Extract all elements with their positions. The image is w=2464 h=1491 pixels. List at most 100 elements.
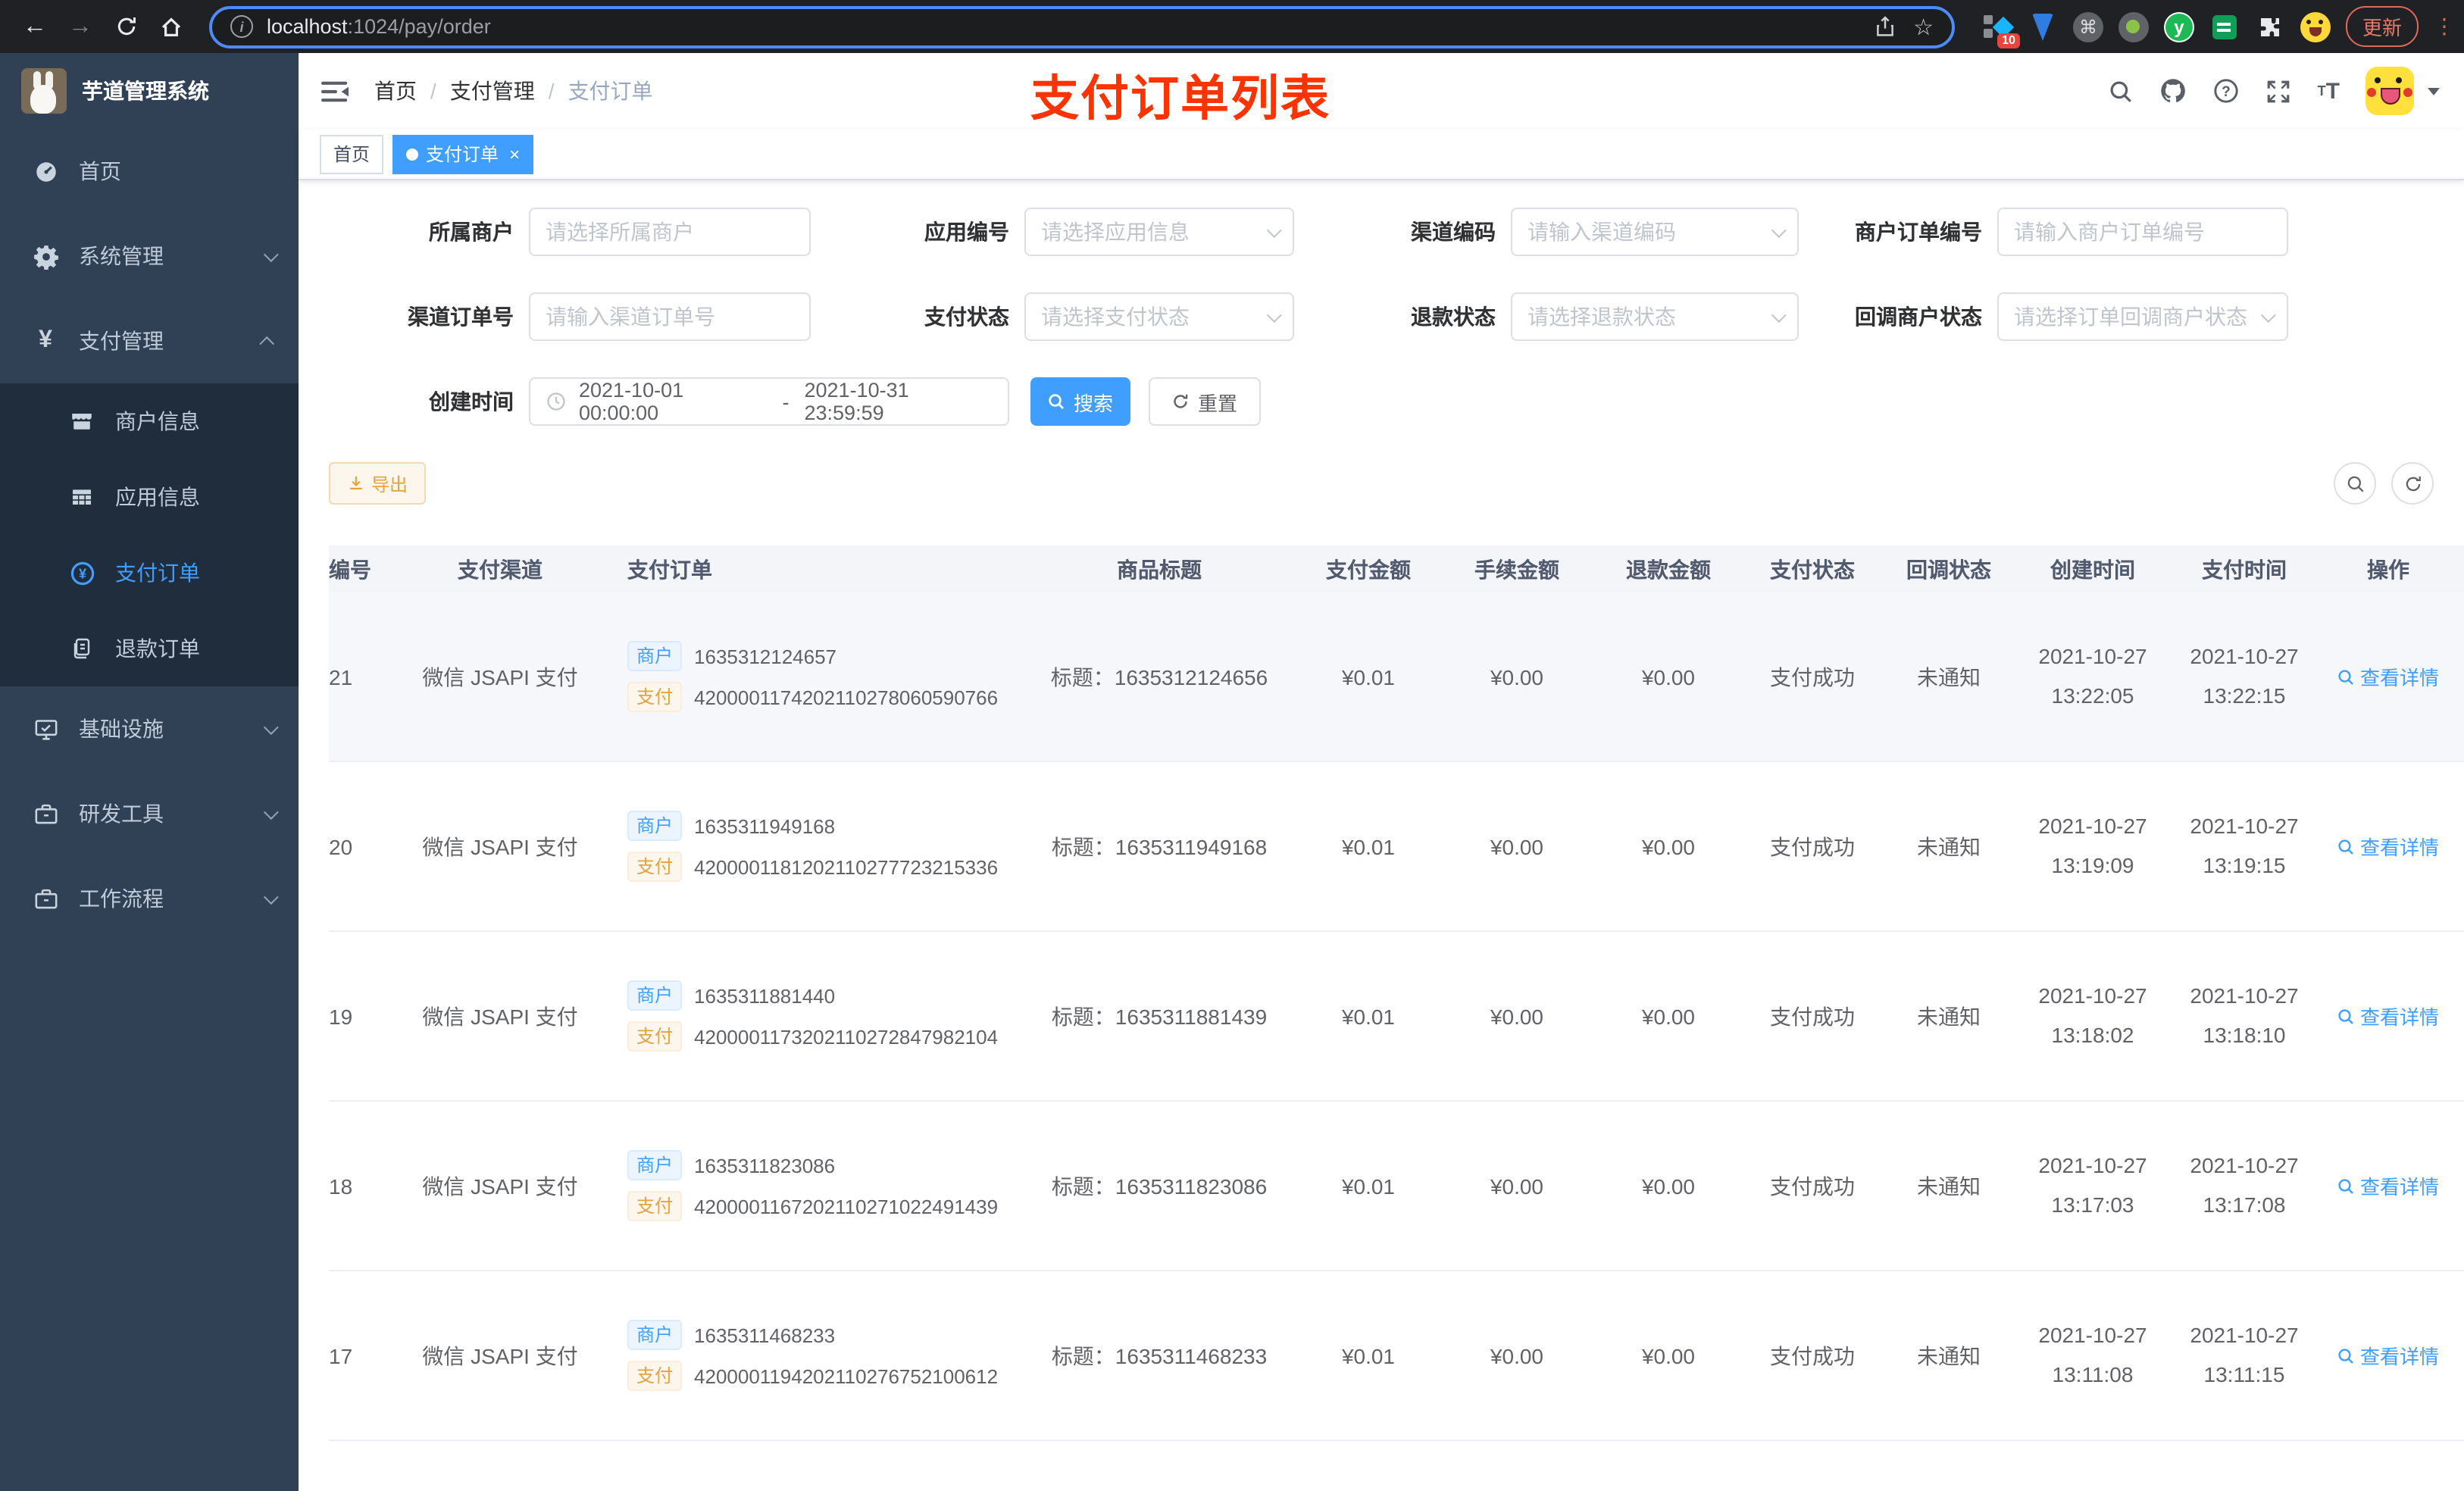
home-icon bbox=[161, 17, 181, 36]
merchant-label: 所属商户 bbox=[429, 220, 514, 244]
search-icon bbox=[2339, 669, 2354, 684]
pay-tag: 支付 bbox=[627, 682, 683, 712]
refund-status-label: 退款状态 bbox=[1411, 305, 1496, 329]
hamburger-icon bbox=[321, 80, 349, 102]
breadcrumb-home[interactable]: 首页 bbox=[374, 76, 417, 106]
sidebar-item-workflow[interactable]: 工作流程 bbox=[0, 856, 299, 941]
notify-status-label: 回调商户状态 bbox=[1855, 305, 1982, 329]
tags-bar: 首页 支付订单 × bbox=[299, 129, 2464, 180]
merchant-input[interactable] bbox=[529, 208, 811, 256]
site-info-icon[interactable]: i bbox=[230, 15, 253, 38]
browser-update-button[interactable]: 更新 bbox=[2345, 6, 2419, 47]
search-icon bbox=[2339, 839, 2354, 854]
address-bar[interactable]: i localhost:1024/pay/order ☆ bbox=[209, 5, 1955, 48]
date-range-input[interactable]: 2021-10-01 00:00:00 - 2021-10-31 23:59:5… bbox=[529, 377, 1009, 426]
gear-icon bbox=[30, 243, 61, 269]
view-detail-link[interactable]: 查看详情 bbox=[2337, 662, 2439, 691]
extensions-area: 10 ⌘ y 更新 ⋮ bbox=[1973, 6, 2455, 48]
main-panel: 所属商户 应用编号 渠道编码 商户订单编号 渠道订单号 支付状态 退款状态 bbox=[299, 180, 2464, 1491]
chevron-up-icon bbox=[259, 335, 275, 351]
view-detail-link[interactable]: 查看详情 bbox=[2337, 832, 2439, 861]
filter-row-2: 渠道订单号 支付状态 退款状态 回调商户状态 bbox=[329, 292, 2464, 341]
pay-status-select[interactable] bbox=[1024, 292, 1294, 341]
sidebar-item-payment[interactable]: ¥ 支付管理 bbox=[0, 299, 299, 383]
browser-back-button[interactable]: ← bbox=[15, 7, 55, 46]
sidebar-item-system[interactable]: 系统管理 bbox=[0, 214, 299, 299]
table-row: 17 微信 JSAPI 支付 商户 1635311468233 支付 4200001… bbox=[329, 1271, 2464, 1441]
extension-command-icon[interactable]: ⌘ bbox=[2072, 11, 2103, 42]
tag-close-icon[interactable]: × bbox=[509, 145, 520, 163]
chevron-down-icon bbox=[1771, 222, 1787, 238]
extension-kite-icon[interactable] bbox=[2028, 11, 2058, 42]
font-size-icon[interactable]: TT bbox=[2318, 78, 2340, 104]
sidebar-item-home[interactable]: 首页 bbox=[0, 129, 299, 214]
search-icon bbox=[2339, 1008, 2354, 1024]
bookmark-star-icon[interactable]: ☆ bbox=[1913, 13, 1934, 40]
extensions-puzzle-icon[interactable] bbox=[2255, 11, 2285, 42]
refresh-table-button[interactable] bbox=[2391, 462, 2434, 505]
chevron-down-icon bbox=[263, 804, 279, 820]
app-logo[interactable]: 芋道管理系统 bbox=[0, 53, 299, 129]
tag-pay-order[interactable]: 支付订单 × bbox=[392, 134, 534, 173]
refund-status-select[interactable] bbox=[1511, 292, 1799, 341]
search-icon bbox=[2339, 1178, 2354, 1193]
extension-y-icon[interactable]: y bbox=[2163, 11, 2194, 42]
toggle-search-button[interactable] bbox=[2334, 462, 2376, 505]
export-button[interactable]: 导出 bbox=[329, 462, 427, 505]
briefcase-icon bbox=[30, 886, 61, 911]
extension-tasks-icon[interactable]: 10 bbox=[1982, 11, 2020, 48]
svg-text:?: ? bbox=[2222, 84, 2231, 100]
search-button[interactable]: 搜索 bbox=[1030, 377, 1130, 426]
header-search-icon[interactable] bbox=[2109, 78, 2134, 104]
extension-recorder-icon[interactable] bbox=[2118, 11, 2149, 42]
payment-submenu: 商户信息 应用信息 ¥ 支付订单 退款订单 bbox=[0, 383, 299, 686]
sidebar-item-merchant-info[interactable]: 商户信息 bbox=[0, 383, 299, 459]
sidebar-item-pay-order[interactable]: ¥ 支付订单 bbox=[0, 535, 299, 611]
view-detail-link[interactable]: 查看详情 bbox=[2337, 1341, 2439, 1370]
merchant-tag: 商户 bbox=[627, 641, 683, 671]
breadcrumb: 首页 / 支付管理 / 支付订单 bbox=[374, 76, 653, 106]
channel-code-label: 渠道编码 bbox=[1411, 220, 1496, 244]
browser-home-button[interactable] bbox=[152, 7, 191, 46]
url-text: localhost:1024/pay/order bbox=[267, 15, 491, 38]
svg-text:¥: ¥ bbox=[78, 565, 86, 580]
pay-tag: 支付 bbox=[627, 852, 683, 882]
browser-forward-button[interactable]: → bbox=[61, 7, 100, 46]
notify-status-select[interactable] bbox=[1997, 292, 2288, 341]
avatar-caret-icon[interactable] bbox=[2428, 87, 2440, 95]
sidebar-item-app-info[interactable]: 应用信息 bbox=[0, 459, 299, 535]
pay-status-label: 支付状态 bbox=[924, 305, 1009, 329]
help-icon[interactable]: ? bbox=[2213, 77, 2240, 105]
sidebar: 芋道管理系统 首页 系统管理 ¥ 支付管理 商户信息 应用信息 ¥ 支付订单 退… bbox=[0, 53, 299, 1491]
extension-chat-icon[interactable] bbox=[2209, 11, 2240, 42]
merchant-order-no-input[interactable] bbox=[1997, 208, 2288, 256]
tag-home[interactable]: 首页 bbox=[320, 134, 384, 173]
fullscreen-icon[interactable] bbox=[2266, 78, 2292, 104]
sidebar-item-refund-order[interactable]: 退款订单 bbox=[0, 611, 299, 686]
sidebar-item-infra[interactable]: 基础设施 bbox=[0, 686, 299, 771]
share-icon[interactable] bbox=[1874, 15, 1895, 38]
channel-code-select[interactable] bbox=[1511, 208, 1799, 256]
orders-table: 编号 支付渠道 支付订单 商品标题 支付金额 手续金额 退款金额 支付状态 回调… bbox=[329, 545, 2464, 1491]
navbar-actions: ? TT bbox=[2109, 53, 2440, 129]
app-id-select[interactable] bbox=[1024, 208, 1294, 256]
user-avatar[interactable] bbox=[2366, 67, 2414, 115]
table-row: 19 微信 JSAPI 支付 商户 1635311881440 支付 4200001… bbox=[329, 932, 2464, 1102]
pay-tag: 支付 bbox=[627, 1021, 683, 1052]
sidebar-item-devtools[interactable]: 研发工具 bbox=[0, 771, 299, 856]
table-row: 18 微信 JSAPI 支付 商户 1635311823086 支付 4200001… bbox=[329, 1102, 2464, 1271]
browser-reload-button[interactable] bbox=[106, 7, 145, 46]
browser-menu-icon[interactable]: ⋮ bbox=[2434, 14, 2455, 39]
date-end: 2021-10-31 23:59:59 bbox=[804, 379, 909, 424]
channel-order-no-input[interactable] bbox=[529, 292, 811, 341]
profile-avatar-icon[interactable] bbox=[2300, 11, 2331, 42]
reset-button[interactable]: 重置 bbox=[1149, 377, 1261, 426]
view-detail-link[interactable]: 查看详情 bbox=[2337, 1002, 2439, 1030]
breadcrumb-payment[interactable]: 支付管理 bbox=[450, 76, 535, 106]
view-detail-link[interactable]: 查看详情 bbox=[2337, 1171, 2439, 1200]
create-time-label: 创建时间 bbox=[429, 389, 514, 414]
table-row: 商户1635311354736 bbox=[329, 1441, 2464, 1491]
sidebar-toggle-button[interactable] bbox=[321, 78, 350, 104]
github-icon[interactable] bbox=[2160, 77, 2187, 105]
chevron-down-icon bbox=[263, 889, 279, 905]
